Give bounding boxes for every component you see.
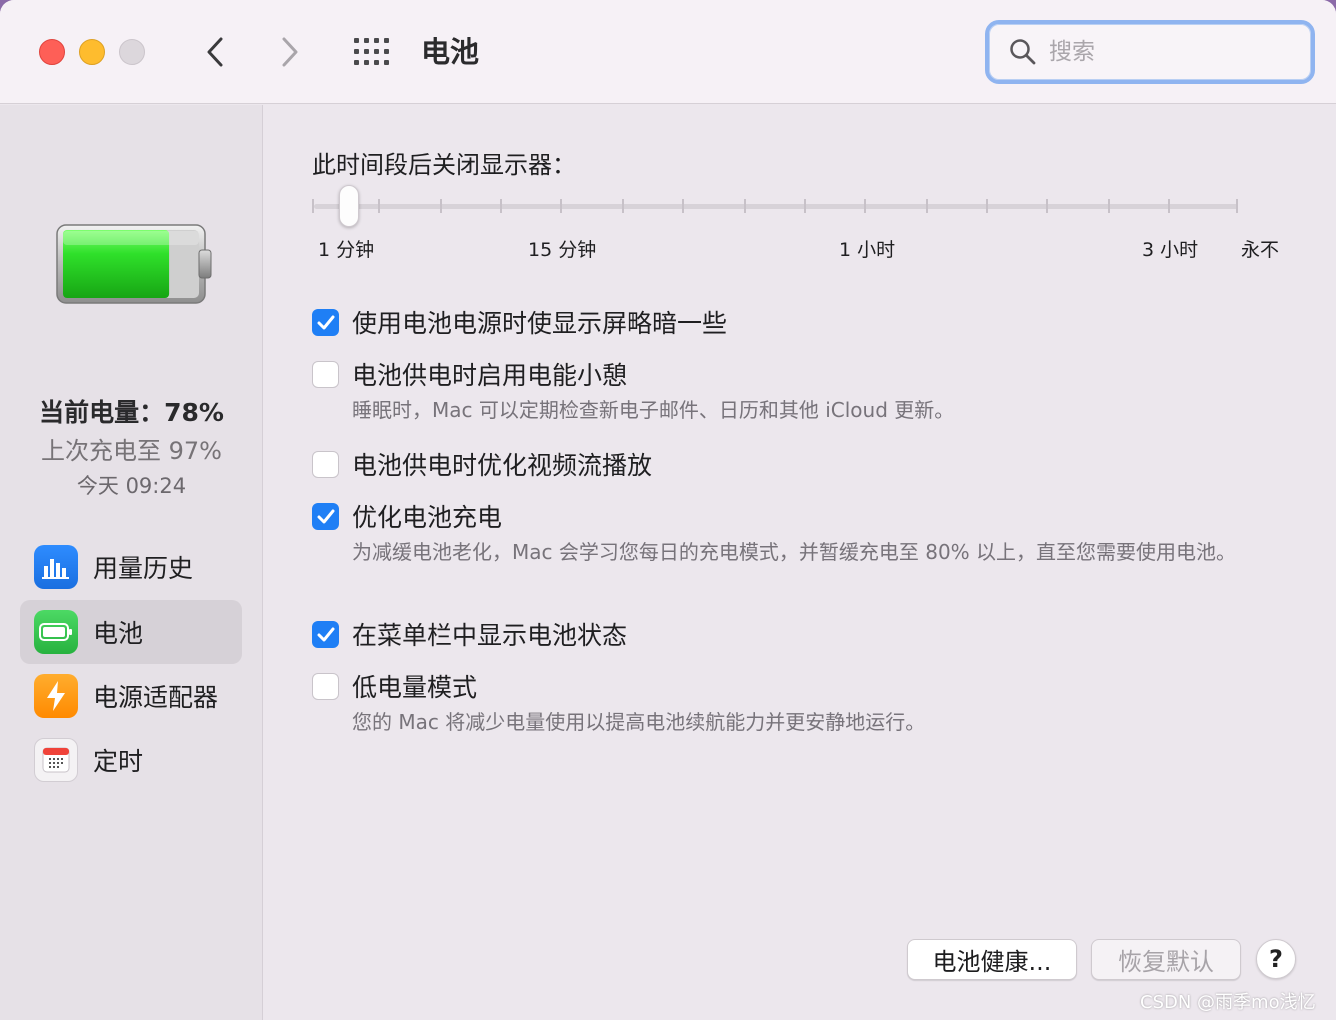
checkmark-icon [317, 509, 334, 523]
slider-tick [1108, 199, 1110, 213]
option-optimized-charging[interactable]: 优化电池充电 [312, 498, 502, 534]
sidebar: 当前电量：78% 上次充电至 97% 今天 09:24 用量历史 电池 电源适配… [0, 105, 263, 1020]
checkbox-low-power-mode[interactable] [312, 672, 339, 700]
option-description: 为减缓电池老化，Mac 会学习您每日的充电模式，并暂缓充电至 80% 以上，直至… [352, 540, 1237, 564]
slider-tick-label: 永不 [1241, 239, 1280, 261]
slider-tick [1236, 199, 1238, 213]
checkbox-menu-bar-status[interactable] [312, 620, 339, 648]
titlebar: 电池 [0, 0, 1336, 104]
sidebar-item-power-adapter[interactable]: 电源适配器 [20, 664, 242, 728]
last-charged-label: 上次充电至 97% [41, 437, 222, 465]
window-title: 电池 [421, 35, 480, 69]
sidebar-item-usage-history[interactable]: 用量历史 [20, 535, 242, 599]
slider-tick [926, 199, 928, 213]
calendar-icon [34, 738, 78, 782]
last-charged-time: 今天 09:24 [76, 474, 187, 498]
bolt-icon [34, 674, 78, 718]
checkbox-optimize-video[interactable] [312, 450, 339, 478]
option-label: 优化电池充电 [352, 503, 503, 532]
slider-tick [622, 199, 624, 213]
back-button[interactable] [197, 30, 233, 74]
slider-tick [312, 199, 314, 213]
checkbox-power-nap[interactable] [312, 360, 339, 388]
option-label: 使用电池电源时使显示屏略暗一些 [352, 309, 728, 338]
battery-level-icon [56, 224, 212, 304]
slider-tick-label: 15 分钟 [528, 239, 597, 261]
slider-tick [864, 199, 866, 213]
minimize-window-button[interactable] [79, 39, 105, 65]
watermark: CSDN @雨季mo浅忆 [1140, 992, 1316, 1013]
slider-tick [804, 199, 806, 213]
slider-tick [1168, 199, 1170, 213]
search-input[interactable] [1049, 34, 1289, 70]
show-all-button[interactable] [352, 36, 392, 68]
slider-tick [682, 199, 684, 213]
option-dim-display[interactable]: 使用电池电源时使显示屏略暗一些 [312, 304, 727, 340]
option-label: 电池供电时启用电能小憩 [352, 361, 628, 390]
option-low-power-mode[interactable]: 低电量模式 [312, 668, 477, 704]
slider-thumb[interactable] [339, 185, 359, 227]
system-preferences-window: 电池 搜索 当前电量：78% 上次充电至 97% 今天 09:24 用量历史 电… [0, 0, 1336, 1020]
slider-tick-label: 1 小时 [839, 239, 896, 261]
sidebar-item-schedule[interactable]: 定时 [20, 728, 242, 792]
checkbox-dim-display[interactable] [312, 308, 339, 336]
slider-tick-label: 1 分钟 [318, 239, 375, 261]
current-charge-label: 当前电量：78% [39, 398, 224, 427]
sidebar-item-label: 电池 [93, 619, 144, 648]
sidebar-item-label: 用量历史 [93, 554, 194, 583]
slider-track [314, 204, 1238, 209]
option-optimize-video[interactable]: 电池供电时优化视频流播放 [312, 446, 652, 482]
option-description: 您的 Mac 将减少电量使用以提高电池续航能力并更安静地运行。 [352, 710, 926, 734]
zoom-window-button[interactable] [119, 39, 145, 65]
option-label: 电池供电时优化视频流播放 [352, 451, 653, 480]
checkmark-icon [317, 315, 334, 329]
forward-button[interactable] [272, 30, 308, 74]
option-power-nap[interactable]: 电池供电时启用电能小憩 [312, 356, 627, 392]
help-button[interactable]: ? [1256, 939, 1296, 979]
slider-tick [440, 199, 442, 213]
slider-tick [1046, 199, 1048, 213]
sidebar-item-label: 定时 [93, 747, 144, 776]
search-field[interactable] [985, 20, 1315, 84]
checkbox-optimized-charging[interactable] [312, 502, 339, 530]
bar-chart-icon [34, 545, 78, 589]
option-label: 在菜单栏中显示电池状态 [352, 621, 628, 650]
slider-tick-label: 3 小时 [1142, 239, 1199, 261]
slider-tick [378, 199, 380, 213]
slider-tick [986, 199, 988, 213]
main-panel: 此时间段后关闭显示器： 1 分钟 15 分钟 1 小时 3 小时 永不 使用电池… [264, 105, 1336, 1020]
sidebar-item-battery[interactable]: 电池 [20, 600, 242, 664]
battery-icon [34, 610, 78, 654]
option-description: 睡眠时，Mac 可以定期检查新电子邮件、日历和其他 iCloud 更新。 [352, 398, 955, 422]
slider-tick [500, 199, 502, 213]
sidebar-item-label: 电源适配器 [93, 683, 219, 712]
slider-tick [744, 199, 746, 213]
display-off-label: 此时间段后关闭显示器： [312, 151, 576, 179]
battery-health-button[interactable]: 电池健康... [907, 939, 1077, 980]
close-window-button[interactable] [39, 39, 65, 65]
search-icon [1010, 39, 1036, 65]
option-menu-bar-status[interactable]: 在菜单栏中显示电池状态 [312, 616, 627, 652]
slider-tick [560, 199, 562, 213]
chevron-right-icon [282, 37, 298, 67]
display-sleep-slider[interactable] [312, 185, 1242, 227]
restore-defaults-button[interactable]: 恢复默认 [1091, 939, 1241, 980]
checkmark-icon [317, 627, 334, 641]
chevron-left-icon [207, 37, 223, 67]
option-label: 低电量模式 [352, 673, 478, 702]
